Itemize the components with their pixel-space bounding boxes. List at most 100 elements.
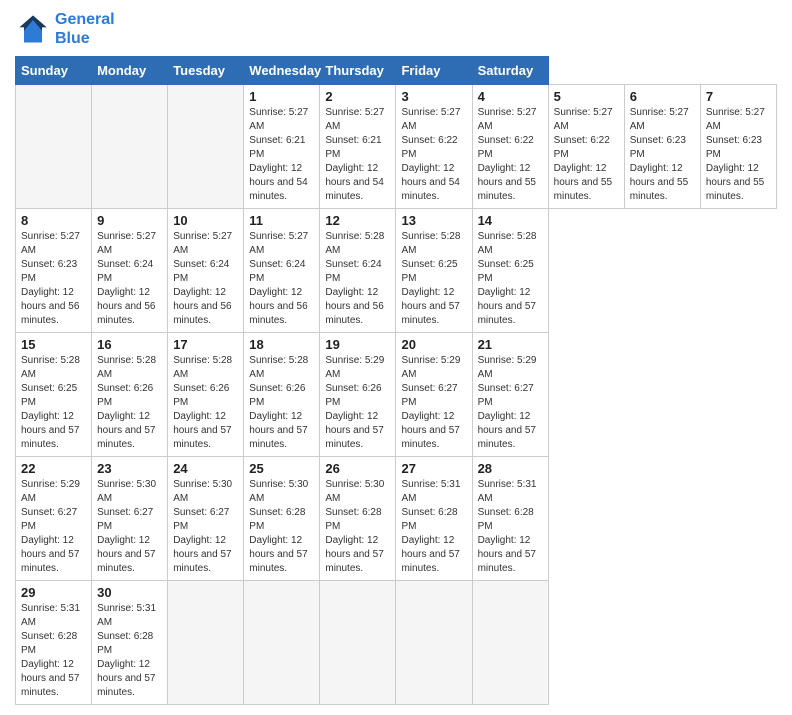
weekday-header: Tuesday: [168, 57, 244, 85]
day-info: Sunrise: 5:28 AM Sunset: 6:25 PM Dayligh…: [401, 230, 466, 328]
calendar-table: SundayMondayTuesdayWednesdayThursdayFrid…: [15, 56, 777, 705]
day-info: Sunrise: 5:29 AM Sunset: 6:26 PM Dayligh…: [325, 354, 390, 452]
weekday-header: Thursday: [320, 57, 396, 85]
calendar-cell: 7 Sunrise: 5:27 AM Sunset: 6:23 PM Dayli…: [700, 85, 776, 209]
calendar-cell: 5 Sunrise: 5:27 AM Sunset: 6:22 PM Dayli…: [548, 85, 624, 209]
calendar-cell: 22 Sunrise: 5:29 AM Sunset: 6:27 PM Dayl…: [16, 457, 92, 581]
day-info: Sunrise: 5:27 AM Sunset: 6:23 PM Dayligh…: [21, 230, 86, 328]
day-info: Sunrise: 5:31 AM Sunset: 6:28 PM Dayligh…: [21, 602, 86, 700]
day-number: 15: [21, 337, 86, 352]
day-number: 12: [325, 213, 390, 228]
calendar-week-row: 15 Sunrise: 5:28 AM Sunset: 6:25 PM Dayl…: [16, 333, 777, 457]
day-number: 23: [97, 461, 162, 476]
weekday-header: Friday: [396, 57, 472, 85]
day-info: Sunrise: 5:27 AM Sunset: 6:22 PM Dayligh…: [478, 106, 543, 204]
day-info: Sunrise: 5:27 AM Sunset: 6:22 PM Dayligh…: [401, 106, 466, 204]
calendar-cell: 9 Sunrise: 5:27 AM Sunset: 6:24 PM Dayli…: [92, 209, 168, 333]
calendar-cell: 21 Sunrise: 5:29 AM Sunset: 6:27 PM Dayl…: [472, 333, 548, 457]
calendar-cell: 13 Sunrise: 5:28 AM Sunset: 6:25 PM Dayl…: [396, 209, 472, 333]
day-number: 21: [478, 337, 543, 352]
calendar-cell: 27 Sunrise: 5:31 AM Sunset: 6:28 PM Dayl…: [396, 457, 472, 581]
day-info: Sunrise: 5:28 AM Sunset: 6:26 PM Dayligh…: [173, 354, 238, 452]
weekday-header: Wednesday: [244, 57, 320, 85]
calendar-cell: 28 Sunrise: 5:31 AM Sunset: 6:28 PM Dayl…: [472, 457, 548, 581]
calendar-cell: 26 Sunrise: 5:30 AM Sunset: 6:28 PM Dayl…: [320, 457, 396, 581]
day-number: 24: [173, 461, 238, 476]
day-info: Sunrise: 5:28 AM Sunset: 6:25 PM Dayligh…: [21, 354, 86, 452]
day-number: 3: [401, 89, 466, 104]
day-info: Sunrise: 5:31 AM Sunset: 6:28 PM Dayligh…: [97, 602, 162, 700]
day-info: Sunrise: 5:29 AM Sunset: 6:27 PM Dayligh…: [21, 478, 86, 576]
day-number: 13: [401, 213, 466, 228]
weekday-header: Monday: [92, 57, 168, 85]
calendar-cell: [244, 581, 320, 705]
calendar-cell: 12 Sunrise: 5:28 AM Sunset: 6:24 PM Dayl…: [320, 209, 396, 333]
day-number: 20: [401, 337, 466, 352]
calendar-cell: 10 Sunrise: 5:27 AM Sunset: 6:24 PM Dayl…: [168, 209, 244, 333]
day-number: 30: [97, 585, 162, 600]
day-number: 5: [554, 89, 619, 104]
calendar-cell: 15 Sunrise: 5:28 AM Sunset: 6:25 PM Dayl…: [16, 333, 92, 457]
day-info: Sunrise: 5:31 AM Sunset: 6:28 PM Dayligh…: [401, 478, 466, 576]
day-number: 29: [21, 585, 86, 600]
day-number: 27: [401, 461, 466, 476]
calendar-cell: 11 Sunrise: 5:27 AM Sunset: 6:24 PM Dayl…: [244, 209, 320, 333]
day-info: Sunrise: 5:30 AM Sunset: 6:28 PM Dayligh…: [325, 478, 390, 576]
calendar-cell: [472, 581, 548, 705]
calendar-cell: 18 Sunrise: 5:28 AM Sunset: 6:26 PM Dayl…: [244, 333, 320, 457]
day-info: Sunrise: 5:27 AM Sunset: 6:24 PM Dayligh…: [97, 230, 162, 328]
calendar-cell: 2 Sunrise: 5:27 AM Sunset: 6:21 PM Dayli…: [320, 85, 396, 209]
day-number: 14: [478, 213, 543, 228]
day-info: Sunrise: 5:27 AM Sunset: 6:21 PM Dayligh…: [325, 106, 390, 204]
weekday-header: Saturday: [472, 57, 548, 85]
weekday-header: Sunday: [16, 57, 92, 85]
day-info: Sunrise: 5:28 AM Sunset: 6:24 PM Dayligh…: [325, 230, 390, 328]
calendar-cell: [320, 581, 396, 705]
day-number: 8: [21, 213, 86, 228]
day-info: Sunrise: 5:30 AM Sunset: 6:28 PM Dayligh…: [249, 478, 314, 576]
day-info: Sunrise: 5:27 AM Sunset: 6:21 PM Dayligh…: [249, 106, 314, 204]
day-number: 1: [249, 89, 314, 104]
calendar-cell: 23 Sunrise: 5:30 AM Sunset: 6:27 PM Dayl…: [92, 457, 168, 581]
day-number: 17: [173, 337, 238, 352]
day-number: 9: [97, 213, 162, 228]
calendar-cell: [168, 85, 244, 209]
day-info: Sunrise: 5:27 AM Sunset: 6:22 PM Dayligh…: [554, 106, 619, 204]
calendar-week-row: 29 Sunrise: 5:31 AM Sunset: 6:28 PM Dayl…: [16, 581, 777, 705]
day-number: 28: [478, 461, 543, 476]
day-info: Sunrise: 5:27 AM Sunset: 6:23 PM Dayligh…: [630, 106, 695, 204]
day-number: 4: [478, 89, 543, 104]
calendar-cell: 3 Sunrise: 5:27 AM Sunset: 6:22 PM Dayli…: [396, 85, 472, 209]
calendar-header-row: SundayMondayTuesdayWednesdayThursdayFrid…: [16, 57, 777, 85]
calendar-cell: 8 Sunrise: 5:27 AM Sunset: 6:23 PM Dayli…: [16, 209, 92, 333]
day-info: Sunrise: 5:27 AM Sunset: 6:23 PM Dayligh…: [706, 106, 771, 204]
day-number: 6: [630, 89, 695, 104]
day-number: 2: [325, 89, 390, 104]
day-info: Sunrise: 5:27 AM Sunset: 6:24 PM Dayligh…: [249, 230, 314, 328]
logo-text: General Blue: [55, 10, 115, 48]
day-number: 26: [325, 461, 390, 476]
calendar-cell: 1 Sunrise: 5:27 AM Sunset: 6:21 PM Dayli…: [244, 85, 320, 209]
day-number: 25: [249, 461, 314, 476]
calendar-week-row: 22 Sunrise: 5:29 AM Sunset: 6:27 PM Dayl…: [16, 457, 777, 581]
calendar-cell: [396, 581, 472, 705]
calendar-cell: [92, 85, 168, 209]
calendar-cell: 30 Sunrise: 5:31 AM Sunset: 6:28 PM Dayl…: [92, 581, 168, 705]
calendar-cell: 4 Sunrise: 5:27 AM Sunset: 6:22 PM Dayli…: [472, 85, 548, 209]
day-number: 7: [706, 89, 771, 104]
day-info: Sunrise: 5:29 AM Sunset: 6:27 PM Dayligh…: [478, 354, 543, 452]
day-number: 11: [249, 213, 314, 228]
calendar-cell: 19 Sunrise: 5:29 AM Sunset: 6:26 PM Dayl…: [320, 333, 396, 457]
calendar-cell: 29 Sunrise: 5:31 AM Sunset: 6:28 PM Dayl…: [16, 581, 92, 705]
day-info: Sunrise: 5:28 AM Sunset: 6:26 PM Dayligh…: [97, 354, 162, 452]
day-info: Sunrise: 5:27 AM Sunset: 6:24 PM Dayligh…: [173, 230, 238, 328]
calendar-cell: 24 Sunrise: 5:30 AM Sunset: 6:27 PM Dayl…: [168, 457, 244, 581]
page-header: General Blue: [15, 10, 777, 48]
day-number: 18: [249, 337, 314, 352]
day-info: Sunrise: 5:30 AM Sunset: 6:27 PM Dayligh…: [173, 478, 238, 576]
calendar-cell: [16, 85, 92, 209]
day-info: Sunrise: 5:28 AM Sunset: 6:26 PM Dayligh…: [249, 354, 314, 452]
day-number: 19: [325, 337, 390, 352]
logo-icon: [15, 11, 51, 47]
calendar-cell: 20 Sunrise: 5:29 AM Sunset: 6:27 PM Dayl…: [396, 333, 472, 457]
